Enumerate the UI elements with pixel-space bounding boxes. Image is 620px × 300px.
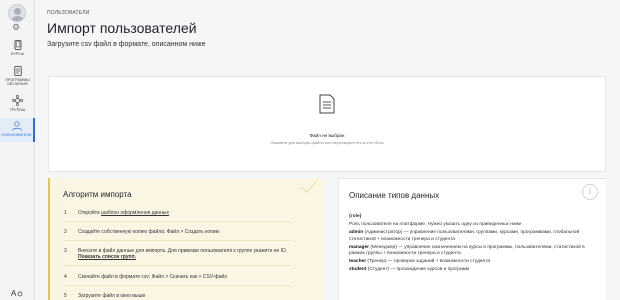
- role-student: student (Студент) — прохождение курсов и…: [349, 267, 470, 273]
- document-list-icon: [13, 66, 22, 76]
- role-key: {role}: [349, 214, 362, 219]
- types-title: Описание типов данных: [349, 191, 440, 200]
- sidebar-item-label: Программы обучения: [5, 78, 30, 87]
- role-teacher: teacher (Тренер) — проверка заданий + во…: [349, 259, 491, 265]
- group-nodes-icon: [12, 95, 23, 106]
- list-item: 3 Внесите в файл данные для импорта. Для…: [64, 248, 290, 266]
- sidebar-item-label: Группы: [9, 108, 26, 112]
- page-subtitle: Загрузите csv файл в формате, описанном …: [47, 41, 206, 48]
- sidebar-item-label: Курсы: [10, 52, 25, 56]
- algorithm-title: Алгоритм импорта: [63, 190, 132, 199]
- avatar[interactable]: [8, 4, 26, 22]
- import-algorithm-card: Алгоритм импорта 1 Откройте шаблон оформ…: [48, 178, 324, 300]
- list-item: 4 Скачайте файл в формате csv: Файл > Ск…: [64, 274, 290, 286]
- accessibility-icon[interactable]: A: [11, 285, 23, 300]
- role-description: Роль пользователя на платформе. Нужно ук…: [349, 222, 522, 228]
- data-types-card: Описание типов данных i {role} Роль поль…: [338, 178, 606, 300]
- show-groups-link[interactable]: Показать список групп.: [78, 254, 136, 260]
- sidebar: ⚙ Курсы Программы обучения Группы: [0, 0, 35, 300]
- list-item: 2 Создайте собственную копию файла: Файл…: [64, 229, 290, 241]
- checkmark-icon: [300, 180, 318, 193]
- types-body: {role} Роль пользователя на платформе. Н…: [349, 214, 592, 274]
- dropzone-hint: Нажмите для выбора файла или перетащите …: [270, 140, 384, 145]
- list-item: 5 Загрузите файл в окно выше: [64, 293, 146, 299]
- role-manager: manager (Менеджер) — управление назначен…: [349, 244, 585, 257]
- file-dropzone[interactable]: Файл не выбран Нажмите для выбора файла …: [48, 76, 606, 172]
- sidebar-item-users[interactable]: Пользователи: [0, 118, 35, 142]
- page-title: Импорт пользователей: [47, 20, 197, 36]
- gear-icon[interactable]: ⚙: [12, 22, 20, 32]
- breadcrumb[interactable]: Пользователи: [47, 10, 90, 16]
- role-admin: admin (Администратор) — управление польз…: [349, 230, 580, 242]
- template-link[interactable]: шаблон оформления данных: [101, 210, 169, 216]
- info-icon: i: [582, 184, 598, 200]
- list-item: 1 Откройте шаблон оформления данных: [64, 210, 290, 222]
- file-document-icon: [319, 94, 335, 114]
- sidebar-item-programs[interactable]: Программы обучения: [0, 66, 35, 90]
- users-icon: [11, 121, 22, 131]
- dropzone-title: Файл не выбран: [309, 133, 345, 138]
- svg-text:A: A: [11, 289, 17, 298]
- phone-icon: [14, 40, 21, 50]
- sidebar-item-label: Пользователи: [1, 133, 32, 137]
- main-content: Пользователи Импорт пользователей Загруз…: [35, 0, 620, 300]
- sidebar-item-courses[interactable]: Курсы: [0, 40, 35, 60]
- sidebar-item-groups[interactable]: Группы: [0, 95, 35, 115]
